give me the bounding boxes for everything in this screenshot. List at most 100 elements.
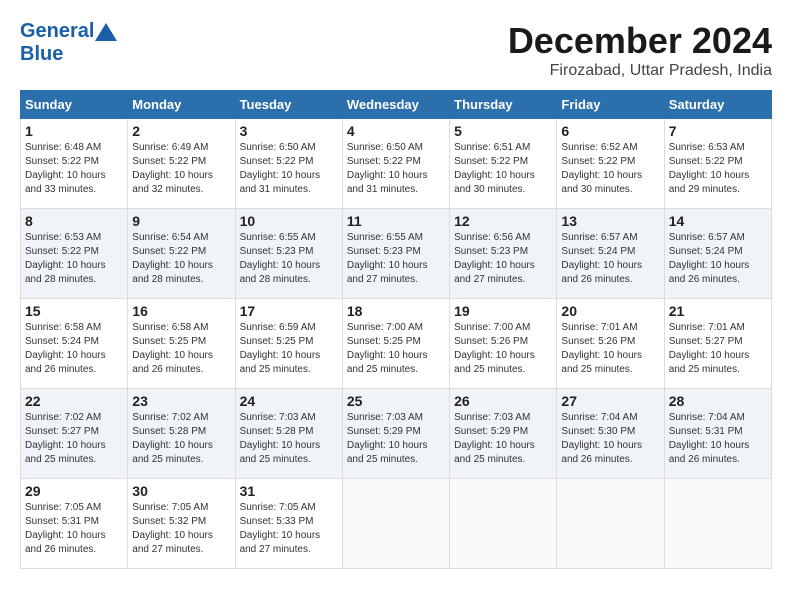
day-number: 24 [240,393,338,409]
day-number: 1 [25,123,123,139]
day-number: 22 [25,393,123,409]
day-number: 7 [669,123,767,139]
table-row: 13Sunrise: 6:57 AMSunset: 5:24 PMDayligh… [557,209,664,299]
table-row [342,479,449,569]
table-row: 20 Sunrise: 7:01 AMSunset: 5:26 PMDayligh… [557,299,664,389]
table-row: 22 Sunrise: 7:02 AMSunset: 5:27 PMDayligh… [21,389,128,479]
day-number: 3 [240,123,338,139]
day-number: 5 [454,123,552,139]
table-row: 30 Sunrise: 7:05 AMSunset: 5:32 PMDayligh… [128,479,235,569]
table-row [664,479,771,569]
day-number: 8 [25,213,123,229]
day-number: 25 [347,393,445,409]
calendar-table: Sunday Monday Tuesday Wednesday Thursday… [20,90,772,569]
calendar-week-row: 8 Sunrise: 6:53 AMSunset: 5:22 PMDaylight… [21,209,772,299]
day-number: 16 [132,303,230,319]
day-number: 6 [561,123,659,139]
day-info: Sunrise: 6:53 AMSunset: 5:22 PMDaylight:… [669,141,767,197]
day-number: 31 [240,483,338,499]
logo-icon [95,23,117,41]
table-row: 15Sunrise: 6:58 AMSunset: 5:24 PMDayligh… [21,299,128,389]
header-monday: Monday [128,91,235,119]
day-info: Sunrise: 7:03 AMSunset: 5:29 PMDaylight:… [347,411,445,467]
header-saturday: Saturday [664,91,771,119]
day-number: 28 [669,393,767,409]
day-info: Sunrise: 6:56 AMSunset: 5:23 PMDaylight:… [454,231,552,287]
day-number: 14 [669,213,767,229]
title-section: December 2024 Firozabad, Uttar Pradesh, … [508,20,772,80]
table-row: 25 Sunrise: 7:03 AMSunset: 5:29 PMDayligh… [342,389,449,479]
day-info: Sunrise: 7:04 AMSunset: 5:30 PMDaylight:… [561,411,659,467]
day-info: Sunrise: 7:01 AMSunset: 5:26 PMDaylight:… [561,321,659,377]
day-info: Sunrise: 7:01 AMSunset: 5:27 PMDaylight:… [669,321,767,377]
day-info: Sunrise: 6:53 AMSunset: 5:22 PMDaylight:… [25,231,123,287]
day-number: 29 [25,483,123,499]
day-number: 21 [669,303,767,319]
day-info: Sunrise: 7:02 AMSunset: 5:27 PMDaylight:… [25,411,123,467]
day-number: 19 [454,303,552,319]
day-info: Sunrise: 6:58 AMSunset: 5:25 PMDaylight:… [132,321,230,377]
logo: GeneralBlue [20,20,118,66]
day-info: Sunrise: 6:57 AMSunset: 5:24 PMDaylight:… [561,231,659,287]
table-row: 21 Sunrise: 7:01 AMSunset: 5:27 PMDayligh… [664,299,771,389]
table-row: 14 Sunrise: 6:57 AMSunset: 5:24 PMDayligh… [664,209,771,299]
day-number: 23 [132,393,230,409]
table-row: 4 Sunrise: 6:50 AMSunset: 5:22 PMDaylight… [342,119,449,209]
table-row [450,479,557,569]
day-info: Sunrise: 7:02 AMSunset: 5:28 PMDaylight:… [132,411,230,467]
table-row: 19 Sunrise: 7:00 AMSunset: 5:26 PMDayligh… [450,299,557,389]
table-row: 31 Sunrise: 7:05 AMSunset: 5:33 PMDayligh… [235,479,342,569]
day-number: 11 [347,213,445,229]
weekday-header-row: Sunday Monday Tuesday Wednesday Thursday… [21,91,772,119]
logo-text: GeneralBlue [20,20,118,66]
calendar-week-row: 29 Sunrise: 7:05 AMSunset: 5:31 PMDayligh… [21,479,772,569]
table-row: 9Sunrise: 6:54 AMSunset: 5:22 PMDaylight… [128,209,235,299]
header-sunday: Sunday [21,91,128,119]
day-info: Sunrise: 6:54 AMSunset: 5:22 PMDaylight:… [132,231,230,287]
table-row: 3Sunrise: 6:50 AMSunset: 5:22 PMDaylight… [235,119,342,209]
day-number: 20 [561,303,659,319]
table-row: 27 Sunrise: 7:04 AMSunset: 5:30 PMDayligh… [557,389,664,479]
table-row: 11 Sunrise: 6:55 AMSunset: 5:23 PMDayligh… [342,209,449,299]
day-info: Sunrise: 7:05 AMSunset: 5:31 PMDaylight:… [25,501,123,557]
day-info: Sunrise: 6:58 AMSunset: 5:24 PMDaylight:… [25,321,123,377]
table-row: 28Sunrise: 7:04 AMSunset: 5:31 PMDayligh… [664,389,771,479]
day-number: 27 [561,393,659,409]
day-number: 4 [347,123,445,139]
location-title: Firozabad, Uttar Pradesh, India [508,62,772,80]
table-row: 29 Sunrise: 7:05 AMSunset: 5:31 PMDayligh… [21,479,128,569]
table-row [557,479,664,569]
page-header: GeneralBlue December 2024 Firozabad, Utt… [20,20,772,80]
calendar-week-row: 1 Sunrise: 6:48 AMSunset: 5:22 PMDaylight… [21,119,772,209]
table-row: 6 Sunrise: 6:52 AMSunset: 5:22 PMDaylight… [557,119,664,209]
day-number: 30 [132,483,230,499]
day-info: Sunrise: 6:55 AMSunset: 5:23 PMDaylight:… [347,231,445,287]
table-row: 26 Sunrise: 7:03 AMSunset: 5:29 PMDayligh… [450,389,557,479]
table-row: 12Sunrise: 6:56 AMSunset: 5:23 PMDayligh… [450,209,557,299]
table-row: 2Sunrise: 6:49 AMSunset: 5:22 PMDaylight… [128,119,235,209]
day-info: Sunrise: 6:59 AMSunset: 5:25 PMDaylight:… [240,321,338,377]
day-number: 2 [132,123,230,139]
header-wednesday: Wednesday [342,91,449,119]
table-row: 10Sunrise: 6:55 AMSunset: 5:23 PMDayligh… [235,209,342,299]
day-number: 10 [240,213,338,229]
day-info: Sunrise: 6:50 AMSunset: 5:22 PMDaylight:… [347,141,445,197]
day-number: 17 [240,303,338,319]
calendar-week-row: 15Sunrise: 6:58 AMSunset: 5:24 PMDayligh… [21,299,772,389]
day-info: Sunrise: 7:00 AMSunset: 5:26 PMDaylight:… [454,321,552,377]
day-info: Sunrise: 7:00 AMSunset: 5:25 PMDaylight:… [347,321,445,377]
day-info: Sunrise: 6:48 AMSunset: 5:22 PMDaylight:… [25,141,123,197]
day-info: Sunrise: 7:05 AMSunset: 5:33 PMDaylight:… [240,501,338,557]
header-tuesday: Tuesday [235,91,342,119]
day-number: 26 [454,393,552,409]
table-row: 5Sunrise: 6:51 AMSunset: 5:22 PMDaylight… [450,119,557,209]
table-row: 16 Sunrise: 6:58 AMSunset: 5:25 PMDayligh… [128,299,235,389]
day-info: Sunrise: 6:52 AMSunset: 5:22 PMDaylight:… [561,141,659,197]
header-thursday: Thursday [450,91,557,119]
table-row: 23 Sunrise: 7:02 AMSunset: 5:28 PMDayligh… [128,389,235,479]
day-info: Sunrise: 6:57 AMSunset: 5:24 PMDaylight:… [669,231,767,287]
header-friday: Friday [557,91,664,119]
table-row: 24Sunrise: 7:03 AMSunset: 5:28 PMDayligh… [235,389,342,479]
day-info: Sunrise: 7:03 AMSunset: 5:29 PMDaylight:… [454,411,552,467]
day-info: Sunrise: 7:05 AMSunset: 5:32 PMDaylight:… [132,501,230,557]
